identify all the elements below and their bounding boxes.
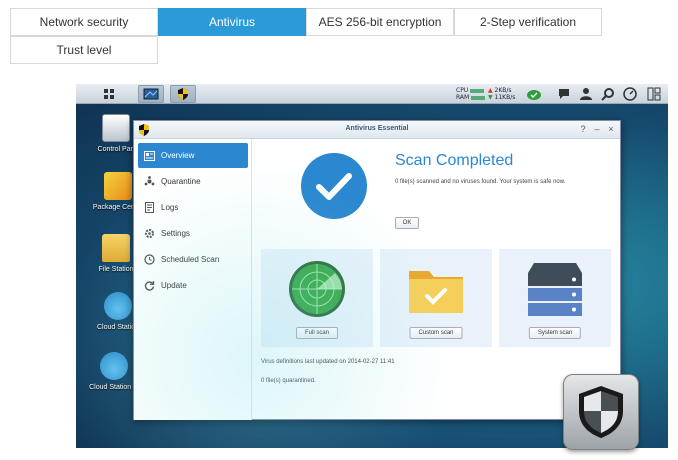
taskbar-app-antivirus[interactable] — [170, 85, 196, 103]
upload-speed: 2KB/s — [494, 87, 512, 94]
security-shield-badge — [563, 374, 639, 450]
sidebar-item-update[interactable]: Update — [138, 273, 248, 298]
tab-network-security[interactable]: Network security — [10, 8, 158, 36]
custom-scan-card[interactable]: Custom scan — [380, 249, 492, 347]
definitions-updated-text: Virus definitions last updated on 2014-0… — [261, 359, 395, 365]
monitor-icon — [143, 88, 159, 100]
shield-icon — [579, 386, 623, 438]
grid-icon — [104, 89, 114, 99]
shield-icon — [178, 88, 188, 100]
taskbar-app-desktop[interactable] — [138, 85, 164, 103]
sidebar-item-scheduled-scan[interactable]: Scheduled Scan — [138, 247, 248, 272]
taskbar: CPU RAM ▲ 2KB/s ▼ 11KB/s — [76, 84, 668, 104]
sidebar-item-quarantine[interactable]: Quarantine — [138, 169, 248, 194]
tab-label: AES 256-bit encryption — [318, 15, 442, 29]
tab-label: Antivirus — [208, 15, 255, 29]
sidebar: Overview Quarantine Logs Settings Schedu… — [134, 139, 252, 420]
sidebar-item-settings[interactable]: Settings — [138, 221, 248, 246]
tab-aes-encryption[interactable]: AES 256-bit encryption — [306, 8, 454, 36]
system-scan-card[interactable]: System scan — [499, 249, 611, 347]
scheduled-scan-icon — [143, 254, 155, 266]
full-scan-button[interactable]: Full scan — [295, 327, 339, 339]
cloud-icon — [100, 352, 128, 380]
tab-label: Trust level — [56, 43, 112, 57]
folder-check-icon — [409, 271, 463, 313]
sync-status-icon[interactable] — [526, 86, 542, 102]
system-scan-button[interactable]: System scan — [528, 327, 582, 339]
sidebar-item-label: Update — [161, 281, 187, 290]
download-speed: 11KB/s — [494, 94, 516, 101]
help-button[interactable]: ? — [578, 124, 588, 134]
notifications-icon[interactable] — [556, 86, 572, 102]
sidebar-item-overview[interactable]: Overview — [138, 143, 248, 168]
server-stack-icon — [528, 263, 582, 316]
ok-button[interactable]: OK — [395, 217, 419, 229]
quarantine-icon — [143, 176, 155, 188]
tab-antivirus[interactable]: Antivirus — [158, 8, 306, 36]
scan-status-detail: 0 file(s) scanned and no viruses found. … — [395, 179, 566, 185]
radar-icon — [289, 261, 345, 317]
sidebar-item-label: Logs — [161, 203, 179, 212]
sidebar-item-label: Scheduled Scan — [161, 255, 220, 264]
sidebar-item-logs[interactable]: Logs — [138, 195, 248, 220]
check-circle-icon — [301, 153, 367, 219]
widgets-icon[interactable] — [622, 86, 638, 102]
sidebar-item-label: Overview — [161, 151, 195, 160]
ram-label: RAM — [456, 94, 470, 101]
network-speed: ▲ 2KB/s ▼ 11KB/s — [488, 87, 516, 101]
minimize-button[interactable]: – — [592, 124, 602, 134]
tab-2-step-verification[interactable]: 2-Step verification — [454, 8, 602, 36]
sidebar-item-label: Settings — [161, 229, 190, 238]
package-center-icon — [104, 172, 132, 200]
folder-icon — [102, 234, 130, 262]
sidebar-item-label: Quarantine — [161, 177, 201, 186]
show-desktop-icon[interactable] — [646, 86, 662, 102]
resource-monitor[interactable]: CPU RAM — [456, 87, 486, 101]
custom-scan-button[interactable]: Custom scan — [409, 327, 463, 339]
control-panel-icon — [102, 114, 130, 142]
settings-icon — [143, 228, 155, 240]
quarantined-count-text: 0 file(s) quarantined. — [261, 378, 316, 384]
search-icon[interactable] — [600, 86, 616, 102]
window-title: Antivirus Essential — [345, 125, 409, 132]
tab-label: 2-Step verification — [479, 15, 577, 29]
logs-icon — [143, 202, 155, 214]
antivirus-window: Antivirus Essential ? – × Overview Quara… — [133, 120, 621, 420]
tab-trust-level[interactable]: Trust level — [10, 36, 158, 64]
scan-status-title: Scan Completed — [395, 152, 514, 169]
update-icon — [143, 280, 155, 292]
full-scan-card[interactable]: Full scan — [261, 249, 373, 347]
cpu-label: CPU — [456, 87, 469, 94]
close-button[interactable]: × — [606, 124, 616, 134]
cloud-icon — [104, 292, 132, 320]
overview-icon — [143, 150, 155, 162]
tab-label: Network security — [39, 15, 129, 29]
user-icon[interactable] — [578, 86, 594, 102]
window-titlebar[interactable]: Antivirus Essential ? – × — [134, 121, 620, 139]
main-menu-button[interactable] — [96, 85, 122, 103]
